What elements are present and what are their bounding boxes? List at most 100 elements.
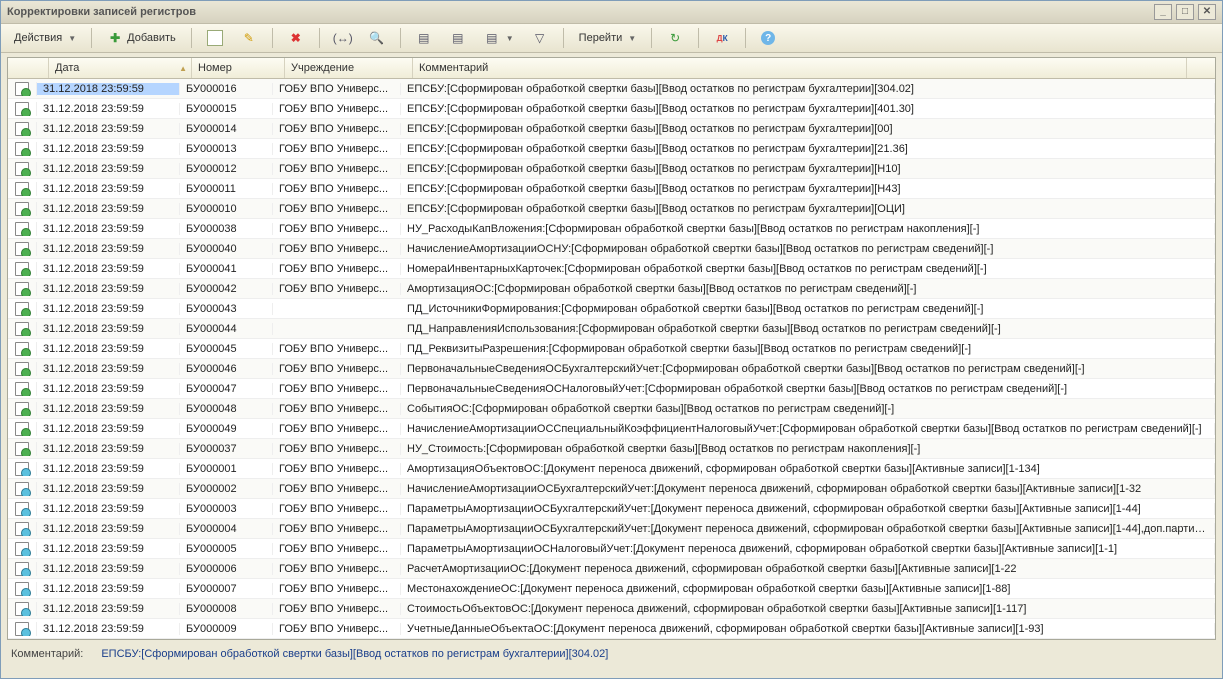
separator [319, 28, 320, 48]
refresh-button[interactable]: ↻ [660, 26, 690, 50]
cell-comment: ЕПСБУ:[Сформирован обработкой свертки ба… [401, 143, 1215, 155]
table-row[interactable]: 31.12.2018 23:59:59БУ000013ГОБУ ВПО Унив… [8, 139, 1215, 159]
header-number[interactable]: Номер [192, 58, 285, 78]
cell-date: 31.12.2018 23:59:59 [37, 403, 180, 415]
cell-institution: ГОБУ ВПО Универс... [273, 223, 401, 235]
separator [563, 28, 564, 48]
cell-number: БУ000045 [180, 343, 273, 355]
table-row[interactable]: 31.12.2018 23:59:59БУ000006ГОБУ ВПО Унив… [8, 559, 1215, 579]
cell-comment: НачислениеАмортизацииОССпециальныйКоэффи… [401, 423, 1215, 435]
sort-button[interactable]: ▽ [525, 26, 555, 50]
document-green-icon [15, 122, 29, 136]
find-button[interactable]: 🔍 [362, 26, 392, 50]
cell-number: БУ000044 [180, 323, 273, 335]
table-row[interactable]: 31.12.2018 23:59:59БУ000004ГОБУ ВПО Унив… [8, 519, 1215, 539]
cell-number: БУ000004 [180, 523, 273, 535]
header-icon[interactable] [8, 58, 49, 78]
table-row[interactable]: 31.12.2018 23:59:59БУ000046ГОБУ ВПО Унив… [8, 359, 1215, 379]
table-row[interactable]: 31.12.2018 23:59:59БУ000049ГОБУ ВПО Унив… [8, 419, 1215, 439]
separator [698, 28, 699, 48]
document-green-icon [15, 242, 29, 256]
delete-button[interactable]: ✖ [281, 26, 311, 50]
table-row[interactable]: 31.12.2018 23:59:59БУ000015ГОБУ ВПО Унив… [8, 99, 1215, 119]
row-status-icon [8, 122, 37, 136]
row-status-icon [8, 282, 37, 296]
cell-date: 31.12.2018 23:59:59 [37, 143, 180, 155]
funnel-icon: ▽ [532, 30, 548, 46]
toolbar: Действия ▼ ✚ Добавить ✎ ✖ (↔) 🔍 ▤ ▤ ▤▼ ▽… [1, 24, 1222, 53]
cell-comment: РасчетАмортизацииОС:[Документ переноса д… [401, 563, 1215, 575]
filter-menu-button[interactable]: ▤▼ [477, 26, 521, 50]
table-row[interactable]: 31.12.2018 23:59:59БУ000008ГОБУ ВПО Унив… [8, 599, 1215, 619]
table-row[interactable]: 31.12.2018 23:59:59БУ000005ГОБУ ВПО Унив… [8, 539, 1215, 559]
table-row[interactable]: 31.12.2018 23:59:59БУ000002ГОБУ ВПО Унив… [8, 479, 1215, 499]
table-row[interactable]: 31.12.2018 23:59:59БУ000044ПД_Направлени… [8, 319, 1215, 339]
cell-number: БУ000049 [180, 423, 273, 435]
table-row[interactable]: 31.12.2018 23:59:59БУ000011ГОБУ ВПО Унив… [8, 179, 1215, 199]
grid-body[interactable]: 31.12.2018 23:59:59БУ000016ГОБУ ВПО Унив… [8, 79, 1215, 639]
table-row[interactable]: 31.12.2018 23:59:59БУ000042ГОБУ ВПО Унив… [8, 279, 1215, 299]
help-icon: ? [761, 31, 775, 45]
table-row[interactable]: 31.12.2018 23:59:59БУ000040ГОБУ ВПО Унив… [8, 239, 1215, 259]
interval-button[interactable]: (↔) [328, 26, 358, 50]
cell-comment: НомераИнвентарныхКарточек:[Сформирован о… [401, 263, 1215, 275]
row-status-icon [8, 502, 37, 516]
table-row[interactable]: 31.12.2018 23:59:59БУ000048ГОБУ ВПО Унив… [8, 399, 1215, 419]
cell-institution: ГОБУ ВПО Универс... [273, 83, 401, 95]
cell-date: 31.12.2018 23:59:59 [37, 203, 180, 215]
cell-comment: НачислениеАмортизацииОСБухгалтерскийУчет… [401, 483, 1215, 495]
close-button[interactable]: ✕ [1198, 4, 1216, 20]
cell-date: 31.12.2018 23:59:59 [37, 423, 180, 435]
table-row[interactable]: 31.12.2018 23:59:59БУ000014ГОБУ ВПО Унив… [8, 119, 1215, 139]
cell-institution: ГОБУ ВПО Универс... [273, 443, 401, 455]
filter-by-value-button[interactable]: ▤ [409, 26, 439, 50]
header-institution[interactable]: Учреждение [285, 58, 413, 78]
header-date[interactable]: Дата▲ [49, 58, 192, 78]
dtkt-button[interactable]: ДК [707, 26, 737, 50]
table-row[interactable]: 31.12.2018 23:59:59БУ000045ГОБУ ВПО Унив… [8, 339, 1215, 359]
document-blue-icon [15, 622, 29, 636]
table-row[interactable]: 31.12.2018 23:59:59БУ000001ГОБУ ВПО Унив… [8, 459, 1215, 479]
actions-menu[interactable]: Действия ▼ [7, 26, 83, 50]
chevron-down-icon: ▼ [68, 34, 76, 43]
cell-date: 31.12.2018 23:59:59 [37, 523, 180, 535]
edit-button[interactable]: ✎ [234, 26, 264, 50]
cell-institution: ГОБУ ВПО Универс... [273, 243, 401, 255]
document-green-icon [15, 262, 29, 276]
filter-off-button[interactable]: ▤ [443, 26, 473, 50]
table-row[interactable]: 31.12.2018 23:59:59БУ000038ГОБУ ВПО Унив… [8, 219, 1215, 239]
table-row[interactable]: 31.12.2018 23:59:59БУ000003ГОБУ ВПО Унив… [8, 499, 1215, 519]
footer: Комментарий: ЕПСБУ:[Сформирован обработк… [1, 640, 1222, 678]
table-row[interactable]: 31.12.2018 23:59:59БУ000016ГОБУ ВПО Унив… [8, 79, 1215, 99]
table-row[interactable]: 31.12.2018 23:59:59БУ000010ГОБУ ВПО Унив… [8, 199, 1215, 219]
goto-menu[interactable]: Перейти ▼ [572, 26, 644, 50]
cell-institution: ГОБУ ВПО Универс... [273, 583, 401, 595]
separator [745, 28, 746, 48]
cell-institution: ГОБУ ВПО Универс... [273, 343, 401, 355]
cell-institution: ГОБУ ВПО Универс... [273, 603, 401, 615]
add-button[interactable]: ✚ Добавить [100, 26, 183, 50]
table-row[interactable]: 31.12.2018 23:59:59БУ000012ГОБУ ВПО Унив… [8, 159, 1215, 179]
header-comment[interactable]: Комментарий [413, 58, 1187, 78]
document-blue-icon [15, 582, 29, 596]
copy-button[interactable] [200, 26, 230, 50]
table-row[interactable]: 31.12.2018 23:59:59БУ000041ГОБУ ВПО Унив… [8, 259, 1215, 279]
cell-comment: АмортизацияОбъектовОС:[Документ переноса… [401, 463, 1215, 475]
table-row[interactable]: 31.12.2018 23:59:59БУ000037ГОБУ ВПО Унив… [8, 439, 1215, 459]
delete-icon: ✖ [288, 30, 304, 46]
cell-number: БУ000008 [180, 603, 273, 615]
cell-institution: ГОБУ ВПО Универс... [273, 143, 401, 155]
cell-comment: СобытияОС:[Сформирован обработкой свертк… [401, 403, 1215, 415]
help-button[interactable]: ? [754, 26, 782, 50]
row-status-icon [8, 202, 37, 216]
row-status-icon [8, 182, 37, 196]
minimize-button[interactable]: _ [1154, 4, 1172, 20]
table-row[interactable]: 31.12.2018 23:59:59БУ000007ГОБУ ВПО Унив… [8, 579, 1215, 599]
table-row[interactable]: 31.12.2018 23:59:59БУ000047ГОБУ ВПО Унив… [8, 379, 1215, 399]
table-row[interactable]: 31.12.2018 23:59:59БУ000009ГОБУ ВПО Унив… [8, 619, 1215, 639]
cell-date: 31.12.2018 23:59:59 [37, 343, 180, 355]
maximize-button[interactable]: □ [1176, 4, 1194, 20]
actions-label: Действия [14, 32, 62, 44]
cell-number: БУ000011 [180, 183, 273, 195]
table-row[interactable]: 31.12.2018 23:59:59БУ000043ПД_ИсточникиФ… [8, 299, 1215, 319]
